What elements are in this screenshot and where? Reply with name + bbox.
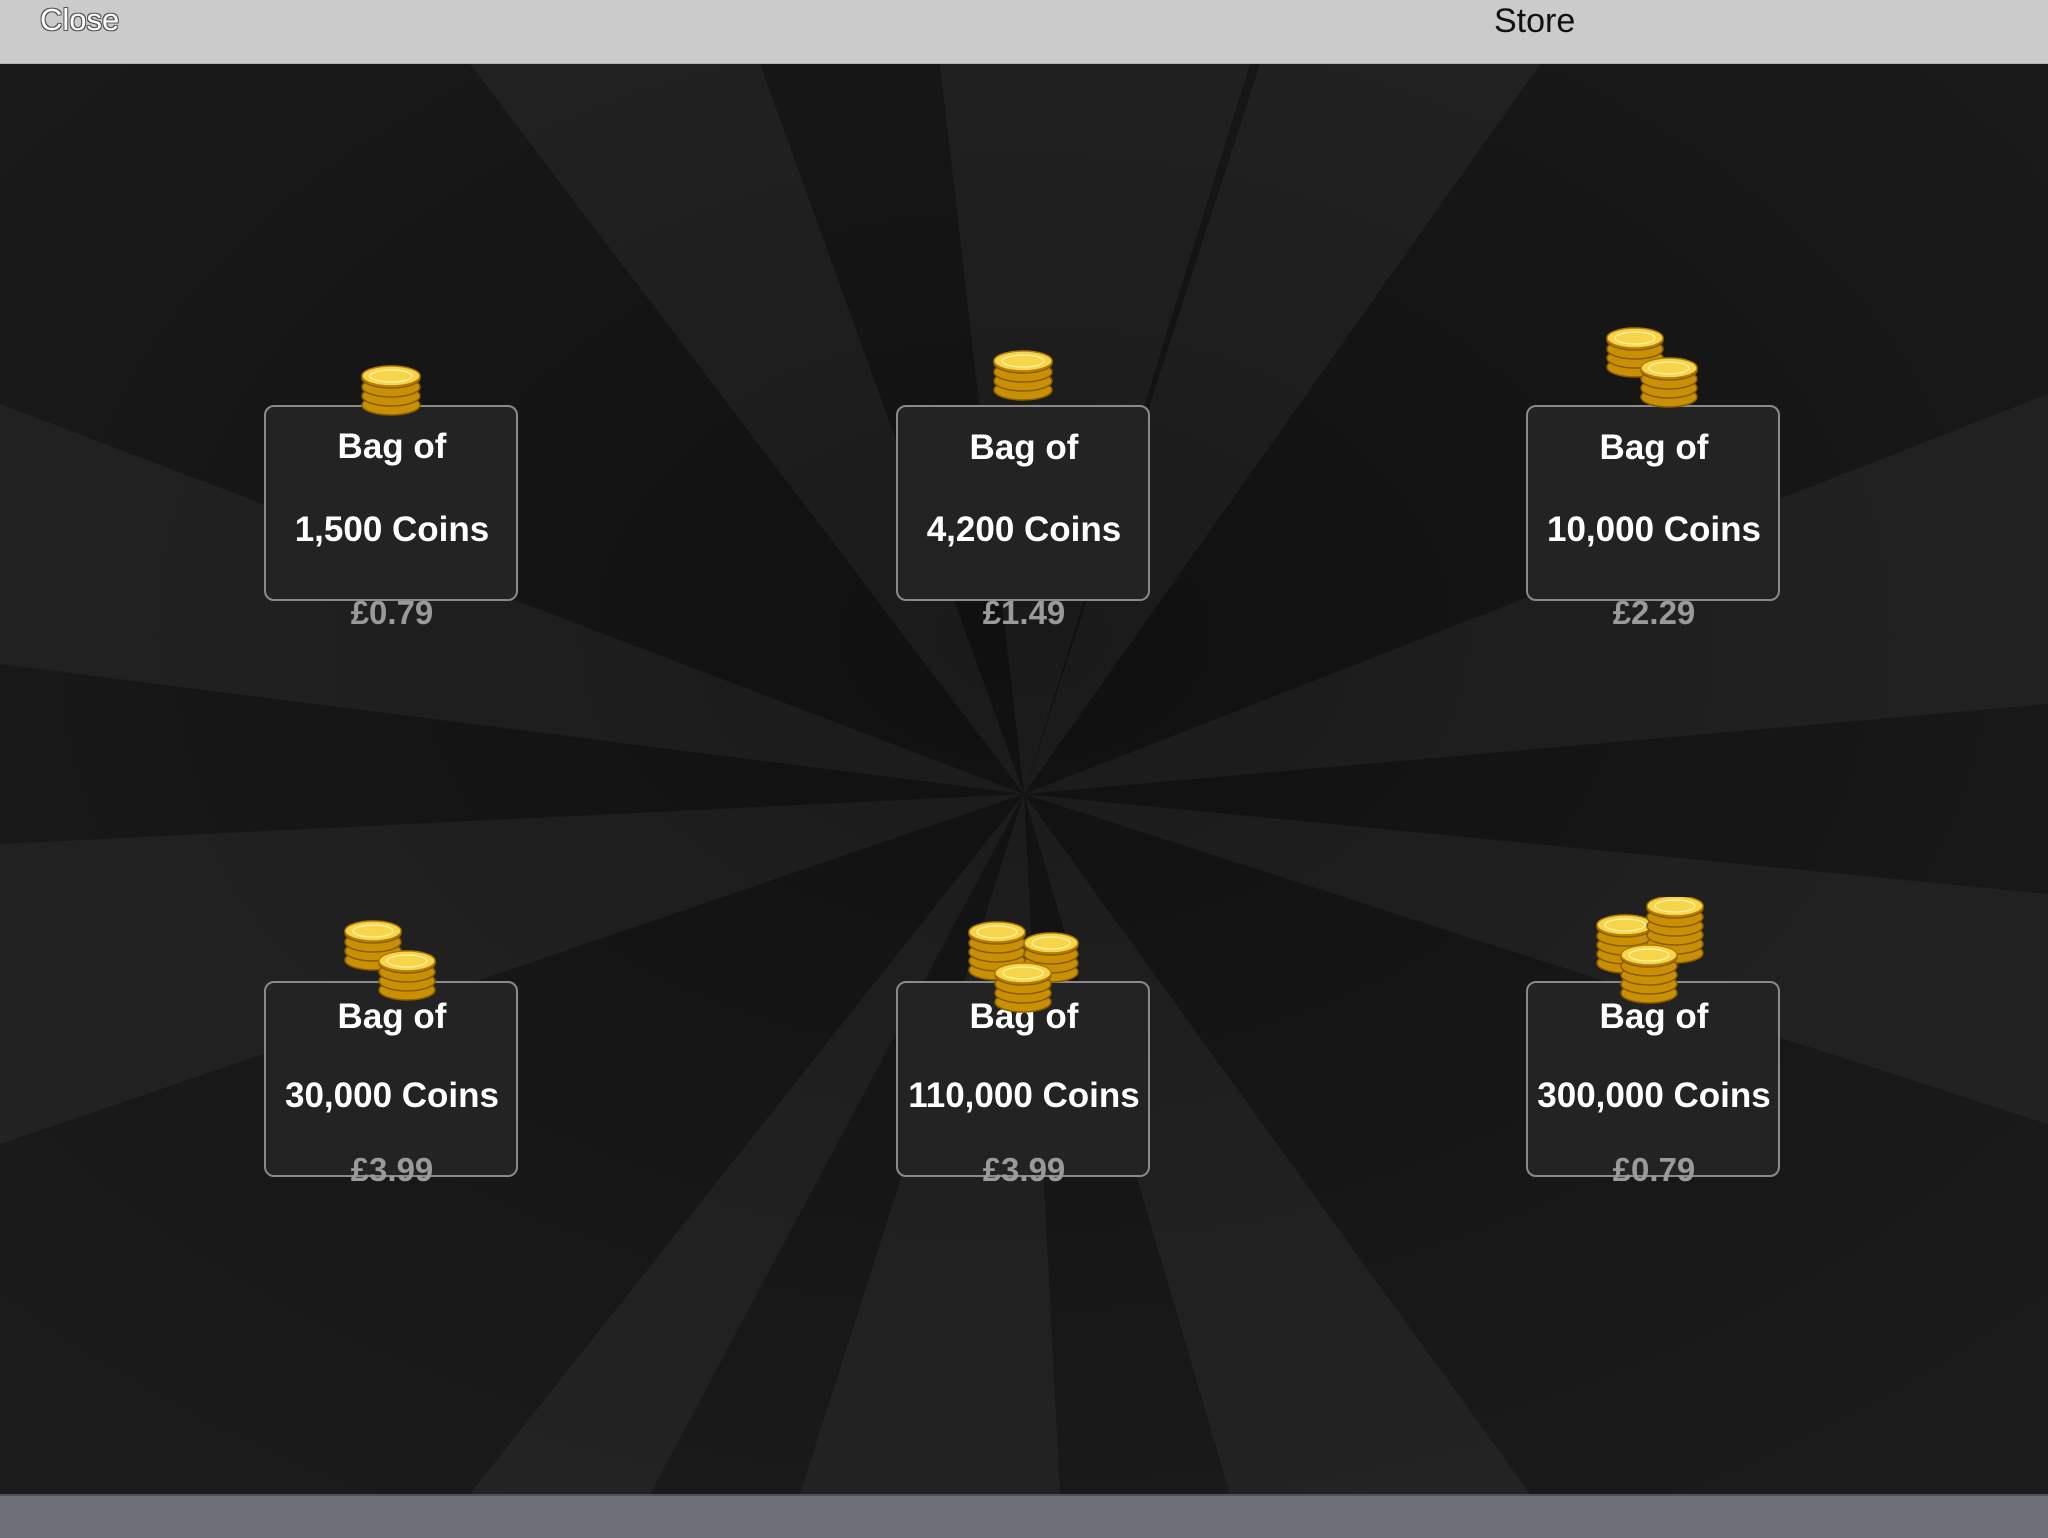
product-tile[interactable]: Bag of 30,000 Coins £3.99 [264, 880, 520, 1219]
product-title-line2: 4,200 Coins [926, 510, 1122, 549]
background-rays [0, 64, 2048, 1494]
product-tile[interactable]: Bag of 110,000 Coins £3.99 [896, 880, 1152, 1219]
product-tile[interactable]: Bag of 1,500 Coins £0.79 [264, 300, 520, 662]
product-tile[interactable]: Bag of 10,000 Coins £2.29 [1526, 300, 1782, 662]
product-title-line1: Bag of [337, 997, 447, 1036]
product-title-line1: Bag of [337, 427, 447, 466]
product-title-line2: 300,000 Coins [1537, 1076, 1771, 1115]
product-price: £1.49 [982, 594, 1066, 631]
product-title-line1: Bag of [969, 997, 1079, 1036]
product-price: £0.79 [1612, 1151, 1696, 1188]
product-price: £3.99 [350, 1151, 434, 1188]
product-price: £3.99 [982, 1151, 1066, 1188]
page-title: Store [1494, 2, 1576, 40]
product-tile[interactable]: Bag of 300,000 Coins £0.79 [1526, 880, 1782, 1219]
top-bar: Close Store [0, 0, 2048, 64]
product-title-line2: 10,000 Coins [1547, 510, 1761, 549]
close-button[interactable]: Close [40, 0, 119, 40]
product-title-line1: Bag of [1599, 997, 1709, 1036]
product-title-line1: Bag of [1599, 428, 1709, 467]
product-title-line2: 110,000 Coins [908, 1076, 1140, 1115]
product-price: £2.29 [1612, 594, 1696, 631]
product-price: £0.79 [350, 594, 434, 631]
product-title-line1: Bag of [969, 428, 1079, 467]
product-title-line2: 30,000 Coins [285, 1076, 499, 1115]
product-tile[interactable]: Bag of 4,200 Coins £1.49 [896, 300, 1152, 662]
product-title-line2: 1,500 Coins [294, 510, 490, 549]
bottom-bar [0, 1494, 2048, 1538]
